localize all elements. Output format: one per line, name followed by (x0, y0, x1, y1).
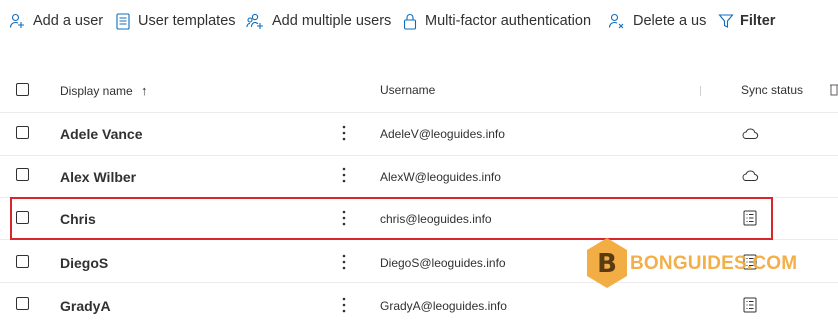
directory-synced-icon (741, 209, 759, 227)
more-actions-icon[interactable] (336, 165, 352, 185)
cloud-icon (741, 167, 759, 185)
document-list-icon (116, 12, 130, 30)
filter-label: Filter (740, 13, 776, 29)
user-username: AdeleV@leoguides.info (380, 127, 505, 141)
user-username: DiegoS@leoguides.info (380, 256, 506, 270)
directory-synced-icon (741, 253, 759, 271)
user-templates-label: User templates (138, 13, 236, 29)
command-bar: Add a user User templates Add multiple u… (0, 0, 838, 42)
user-username: AlexW@leoguides.info (380, 170, 501, 184)
user-username: GradyA@leoguides.info (380, 299, 507, 313)
more-actions-icon[interactable] (336, 208, 352, 228)
select-all-checkbox[interactable] (16, 83, 29, 96)
filter-icon (718, 13, 734, 29)
user-templates-button[interactable]: User templates (116, 11, 236, 31)
row-checkbox[interactable] (16, 297, 29, 310)
mfa-button[interactable]: Multi-factor authentication (403, 11, 591, 31)
row-checkbox[interactable] (16, 211, 29, 224)
row-checkbox[interactable] (16, 255, 29, 268)
column-resize-handle[interactable] (700, 86, 701, 96)
more-actions-icon[interactable] (336, 123, 352, 143)
directory-synced-icon (741, 296, 759, 314)
row-checkbox[interactable] (16, 126, 29, 139)
table-header-row: Display name ↑ Username Sync status (0, 70, 838, 113)
row-checkbox[interactable] (16, 168, 29, 181)
lock-icon (403, 13, 417, 30)
user-display-name[interactable]: Alex Wilber (60, 169, 136, 185)
add-user-label: Add a user (33, 13, 104, 29)
more-actions-icon[interactable] (336, 252, 352, 272)
table-row[interactable]: Adele Vance AdeleV@leoguides.info (0, 113, 838, 156)
add-user-button[interactable]: Add a user (9, 11, 103, 31)
user-username: chris@leoguides.info (380, 212, 492, 226)
add-multiple-users-button[interactable]: Add multiple users (246, 11, 391, 31)
table-row[interactable]: GradyA GradyA@leoguides.info (0, 283, 838, 325)
column-header-display-name[interactable]: Display name ↑ (60, 83, 148, 98)
user-display-name[interactable]: Adele Vance (60, 126, 143, 142)
people-add-icon (246, 13, 264, 30)
column-header-sync-status[interactable]: Sync status (741, 83, 803, 97)
person-add-icon (9, 13, 25, 29)
sort-ascending-icon: ↑ (141, 83, 148, 98)
filter-button[interactable]: Filter (718, 11, 775, 31)
user-display-name[interactable]: Chris (60, 211, 96, 227)
column-header-display-name-label: Display name (60, 84, 133, 98)
delete-user-label: Delete a us (633, 13, 707, 29)
person-delete-icon (608, 13, 625, 30)
column-options-icon[interactable] (829, 83, 838, 101)
cloud-icon (741, 125, 759, 143)
table-row[interactable]: DiegoS DiegoS@leoguides.info (0, 240, 838, 283)
column-header-username[interactable]: Username (380, 83, 435, 97)
add-multiple-users-label: Add multiple users (272, 13, 392, 29)
table-row[interactable]: Chris chris@leoguides.info (0, 197, 838, 240)
more-actions-icon[interactable] (336, 295, 352, 315)
mfa-label: Multi-factor authentication (425, 13, 592, 29)
table-row[interactable]: Alex Wilber AlexW@leoguides.info (0, 155, 838, 198)
delete-user-button[interactable]: Delete a us (608, 11, 706, 31)
user-display-name[interactable]: GradyA (60, 298, 111, 314)
user-display-name[interactable]: DiegoS (60, 255, 108, 271)
